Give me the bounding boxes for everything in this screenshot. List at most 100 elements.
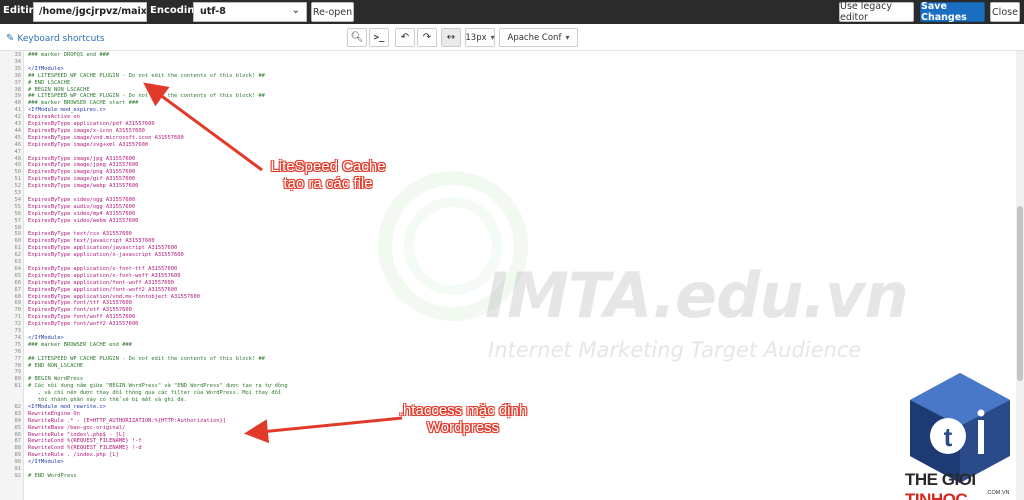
code-text: ExpiresByType application/font-woff2 A31… <box>28 286 178 293</box>
save-changes-button[interactable]: Save Changes <box>920 1 985 23</box>
code-text: ExpiresByType image/gif A31557600 <box>28 176 136 183</box>
line-number: 72 <box>14 321 22 328</box>
encoding-select[interactable]: utf-8 ⌄ <box>193 2 307 22</box>
line-number: 77 <box>14 355 22 362</box>
code-line[interactable]: 49 ExpiresByType image/jpeg A31557600 <box>0 162 1016 169</box>
line-number: 37 <box>14 79 22 86</box>
code-text: <IfModule mod_expires.c> <box>28 107 106 114</box>
line-number: 51 <box>14 176 22 183</box>
code-text: , và chỉ nên được thay đổi thông qua các… <box>28 390 282 397</box>
brand-name-part2: TINHOC <box>905 490 968 500</box>
line-number: 36 <box>14 72 22 79</box>
code-line[interactable]: 34 <box>0 59 1016 66</box>
code-line[interactable]: 42 ExpiresActive on <box>0 114 1016 121</box>
code-line[interactable]: 79 <box>0 369 1016 376</box>
watermark-title: IMTA.edu.vn <box>485 259 909 332</box>
code-text: # END WordPress <box>28 472 77 479</box>
code-text: RewriteBase /ban-goc-original/ <box>28 424 126 431</box>
line-number: 34 <box>14 58 22 65</box>
code-line[interactable]: 40 ### marker BROWSER CACHE start ### <box>0 100 1016 107</box>
font-size-value: 13px <box>465 32 487 43</box>
watermark-subtitle: Internet Marketing Target Audience <box>488 338 862 362</box>
code-line[interactable]: 87 RewriteCond %{REQUEST_FILENAME} !-f <box>0 438 1016 445</box>
line-number: 38 <box>14 86 22 93</box>
code-text: ExpiresByType font/woff A31557600 <box>28 314 136 321</box>
svg-text:t: t <box>944 422 953 452</box>
code-text: # END LSCACHE <box>28 79 71 86</box>
code-line[interactable]: 78 # END NON_LSCACHE <box>0 363 1016 370</box>
code-text: ExpiresByType application/x-font-ttf A31… <box>28 265 178 272</box>
line-number: 52 <box>14 183 22 190</box>
line-number: 50 <box>14 169 22 176</box>
redo-button[interactable]: ↷ <box>417 28 437 47</box>
code-line[interactable]: , và chỉ nên được thay đổi thông qua các… <box>0 390 1016 397</box>
code-text: ExpiresByType video/ogg A31557600 <box>28 196 136 203</box>
line-number: 91 <box>14 466 22 472</box>
code-text: ExpiresByType text/javascript A31557600 <box>28 238 155 245</box>
code-line[interactable]: 41 <IfModule mod_expires.c> <box>0 107 1016 114</box>
file-path-field[interactable]: /home/jgcjrpvz/maixepto <box>33 2 147 22</box>
wrap-toggle-button[interactable]: ↔ <box>441 28 461 47</box>
line-number: 88 <box>14 445 22 452</box>
legacy-editor-button[interactable]: Use legacy editor <box>839 1 914 23</box>
line-number: 81 <box>14 383 22 390</box>
undo-button[interactable]: ↶ <box>395 28 415 47</box>
code-line[interactable]: 38 # BEGIN NON_LSCACHE <box>0 87 1016 94</box>
terminal-button[interactable]: >_ <box>369 28 389 47</box>
keyboard-shortcuts-link[interactable]: ✎ Keyboard shortcuts <box>6 33 105 44</box>
code-line[interactable]: 45 ExpiresByType image/vnd.microsoft.icon… <box>0 135 1016 142</box>
line-number: 79 <box>14 369 22 376</box>
close-button[interactable]: Close <box>990 2 1020 22</box>
code-text: ExpiresByType application/x-javascript A… <box>28 252 184 259</box>
code-line[interactable]: 39 ## LITESPEED WP CACHE PLUGIN - Do not … <box>0 93 1016 100</box>
line-number: 49 <box>14 162 22 169</box>
code-line[interactable]: 92 # END WordPress <box>0 473 1016 480</box>
code-line[interactable]: 35 </IfModule> <box>0 66 1016 73</box>
reopen-button[interactable]: Re-open <box>311 2 354 22</box>
code-line[interactable]: 46 ExpiresByType image/svg+xml A31557600 <box>0 142 1016 149</box>
code-text: ExpiresByType application/font-woff A315… <box>28 279 175 286</box>
code-line[interactable]: 90 </IfModule> <box>0 459 1016 466</box>
brand-name-part1: THE GIOI <box>905 470 976 489</box>
code-line[interactable]: 44 ExpiresByType image/x-icon A31557600 <box>0 128 1016 135</box>
line-number: 70 <box>14 307 22 314</box>
code-text: ExpiresByType image/vnd.microsoft.icon A… <box>28 134 184 141</box>
line-number: 86 <box>14 431 22 438</box>
code-text: ExpiresByType image/png A31557600 <box>28 169 136 176</box>
scrollbar-thumb[interactable] <box>1017 206 1023 381</box>
annotation-htaccess-line2: Wordpress <box>426 419 500 436</box>
code-line[interactable]: 33 ### marker DROPQS end ### <box>0 52 1016 59</box>
code-line[interactable]: 47 <box>0 149 1016 156</box>
code-line[interactable]: 51 ExpiresByType image/gif A31557600 <box>0 176 1016 183</box>
annotation-htaccess-line1: .htaccess mặc định <box>398 402 528 419</box>
code-line[interactable]: 48 ExpiresByType image/jpg A31557600 <box>0 156 1016 163</box>
code-text: ExpiresByType image/svg+xml A31557600 <box>28 141 149 148</box>
redo-icon: ↷ <box>422 32 432 43</box>
code-line[interactable]: 91 <box>0 466 1016 473</box>
code-text: RewriteEngine On <box>28 410 80 417</box>
code-text: ### marker BROWSER CACHE start ### <box>28 100 139 107</box>
code-text: ExpiresByType text/css A31557600 <box>28 231 132 238</box>
code-text: ExpiresByType image/jpg A31557600 <box>28 155 136 162</box>
line-number: 76 <box>14 348 22 355</box>
code-text: ExpiresByType application/javascript A31… <box>28 245 178 252</box>
code-line[interactable]: 89 RewriteRule . /index.php [L] <box>0 452 1016 459</box>
search-button[interactable]: 🔍︎ <box>347 28 367 47</box>
line-number: 74 <box>14 334 22 341</box>
line-number: 44 <box>14 127 22 134</box>
line-number: 85 <box>14 424 22 431</box>
code-line[interactable]: 37 # END LSCACHE <box>0 80 1016 87</box>
syntax-mode-select[interactable]: Apache Conf ▾ <box>499 28 578 47</box>
chevron-down-icon: ▾ <box>490 33 495 42</box>
line-number: 63 <box>14 259 22 265</box>
annotation-htaccess: .htaccess mặc định Wordpress <box>398 402 528 436</box>
code-line[interactable]: 50 ExpiresByType image/png A31557600 <box>0 169 1016 176</box>
code-line[interactable]: 36 ## LITESPEED WP CACHE PLUGIN - Do not … <box>0 73 1016 80</box>
code-line[interactable]: 43 ExpiresByType application/pdf A3155760… <box>0 121 1016 128</box>
font-size-select[interactable]: 13px ▾ <box>465 28 495 47</box>
line-number: 83 <box>14 410 22 417</box>
code-text: ### marker DROPQS end ### <box>28 52 110 58</box>
line-number: 84 <box>14 417 22 424</box>
code-line[interactable]: 52 ExpiresByType image/webp A31557600 <box>0 183 1016 190</box>
code-line[interactable]: 88 RewriteCond %{REQUEST_FILENAME} !-d <box>0 445 1016 452</box>
